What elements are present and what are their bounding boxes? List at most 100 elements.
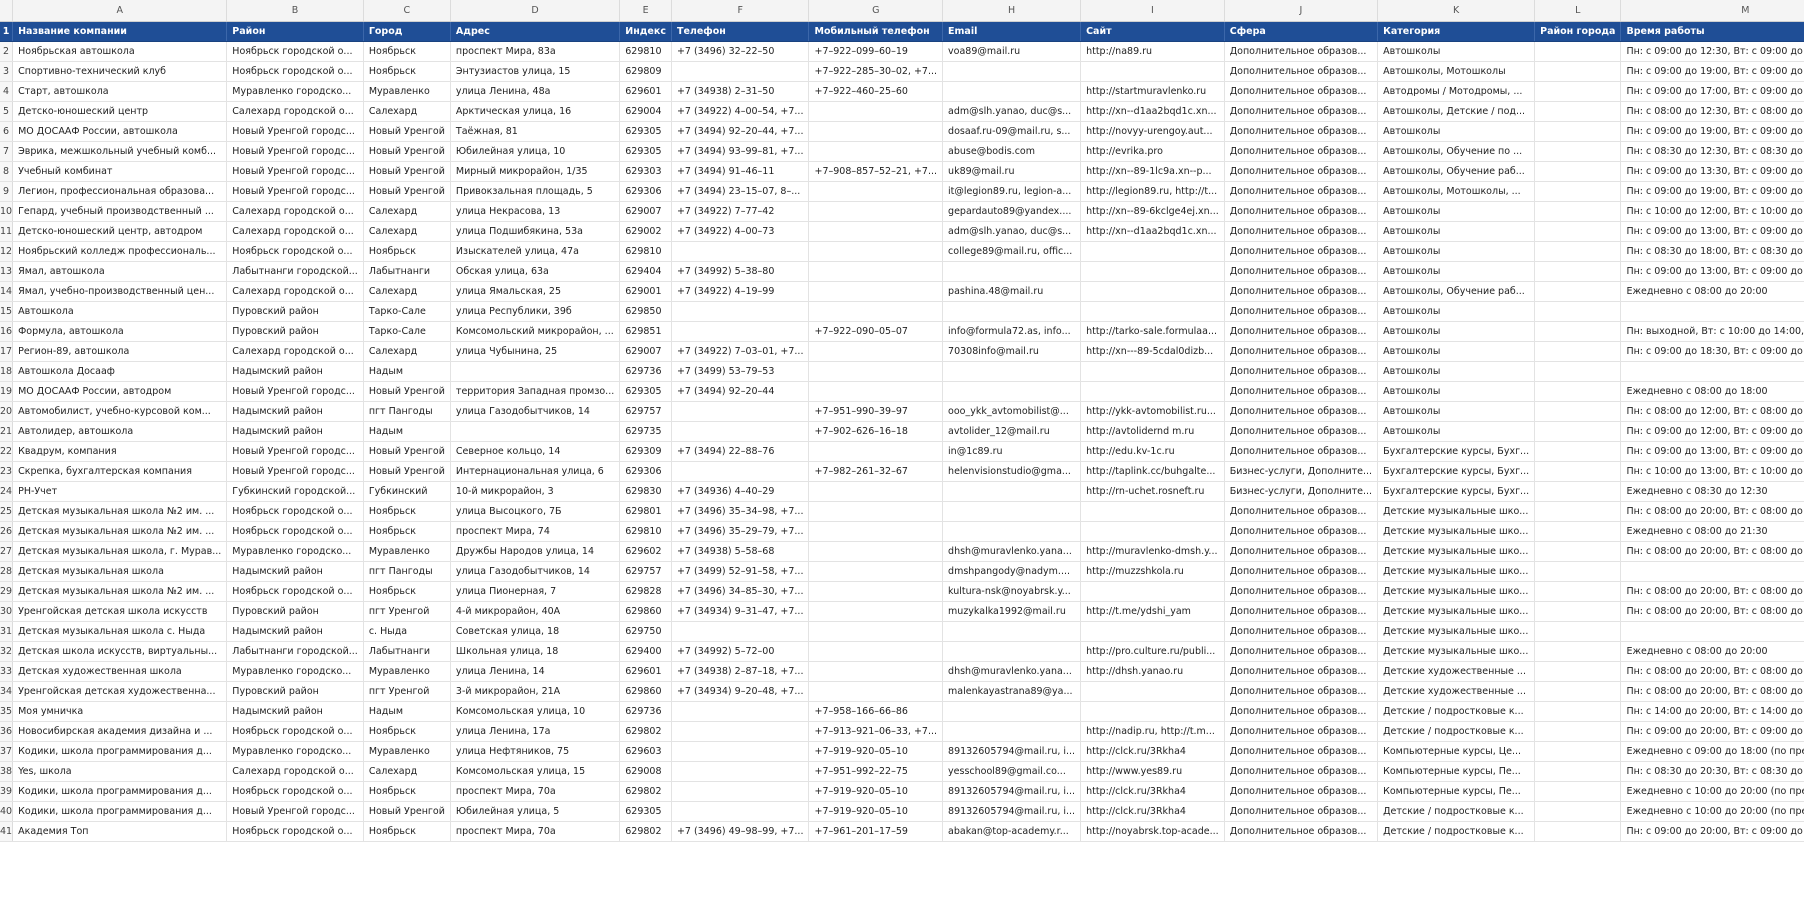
table-cell[interactable]: Ямал, учебно-производственный цен... — [12, 281, 228, 302]
table-cell[interactable]: Дополнительное образов... — [1224, 601, 1379, 622]
table-cell[interactable]: МО ДОСААФ России, автошкола — [12, 121, 228, 142]
table-cell[interactable]: 629810 — [619, 41, 672, 62]
row-number[interactable]: 21 — [0, 421, 14, 442]
table-cell[interactable]: 629305 — [619, 121, 672, 142]
table-cell[interactable]: Квадрум, компания — [12, 441, 228, 462]
table-cell[interactable]: Автошколы — [1377, 421, 1536, 442]
table-cell[interactable]: http://t.me/ydshi_yam — [1080, 601, 1225, 622]
column-header[interactable]: J — [1224, 0, 1379, 22]
header-cell[interactable]: Мобильный телефон — [808, 21, 944, 42]
table-cell[interactable]: Ноябрьск — [363, 821, 451, 842]
header-cell[interactable]: Район — [226, 21, 364, 42]
table-cell[interactable]: 629008 — [619, 761, 672, 782]
table-cell[interactable]: Муравленко городско... — [226, 741, 364, 762]
table-cell[interactable]: http://ykk-avtomobilist.ru... — [1080, 401, 1225, 422]
table-cell[interactable]: +7 (34922) 4–00–73 — [671, 221, 810, 242]
table-cell[interactable]: Автошкола — [12, 301, 228, 322]
table-cell[interactable]: Школьная улица, 18 — [450, 641, 621, 662]
header-cell[interactable]: Email — [942, 21, 1082, 42]
table-cell[interactable]: улица Газодобытчиков, 14 — [450, 401, 621, 422]
table-cell[interactable]: Надымский район — [226, 401, 364, 422]
table-cell[interactable]: +7 (3494) 91–46–11 — [671, 161, 810, 182]
table-cell[interactable]: +7–919–920–05–10 — [808, 781, 944, 802]
table-cell[interactable]: http://muzzshkola.ru — [1080, 561, 1225, 582]
table-cell[interactable] — [1620, 361, 1804, 382]
table-cell[interactable]: Автошколы — [1377, 201, 1536, 222]
table-cell[interactable] — [808, 101, 944, 122]
table-cell[interactable]: 629735 — [619, 421, 672, 442]
table-cell[interactable]: Салехард городской о... — [226, 281, 364, 302]
table-cell[interactable]: 629404 — [619, 261, 672, 282]
table-cell[interactable]: Салехард — [363, 201, 451, 222]
table-cell[interactable]: Пн: с 09:00 до 18:30, Вт: с 09:00 до 18:… — [1620, 341, 1804, 362]
row-number[interactable]: 3 — [0, 61, 14, 82]
table-cell[interactable]: +7 (3496) 35–29–79, +7... — [671, 521, 810, 542]
table-cell[interactable]: Дополнительное образов... — [1224, 281, 1379, 302]
header-cell[interactable]: Время работы — [1620, 21, 1804, 42]
table-cell[interactable]: Ноябрьская автошкола — [12, 41, 228, 62]
row-number[interactable]: 7 — [0, 141, 14, 162]
table-cell[interactable]: ooo_ykk_avtomobilist@... — [942, 401, 1082, 422]
table-cell[interactable]: Ноябрьск городской о... — [226, 61, 364, 82]
table-cell[interactable]: Новый Уренгой городс... — [226, 181, 364, 202]
table-cell[interactable]: Дополнительное образов... — [1224, 81, 1379, 102]
column-header[interactable]: G — [808, 0, 944, 22]
table-cell[interactable]: http://xn--d1aa2bqd1c.xn... — [1080, 101, 1225, 122]
table-cell[interactable] — [1534, 421, 1622, 442]
table-cell[interactable]: Новый Уренгой — [363, 121, 451, 142]
table-cell[interactable]: Детские музыкальные шко... — [1377, 501, 1536, 522]
table-cell[interactable]: Ноябрьск городской о... — [226, 721, 364, 742]
table-cell[interactable]: Дополнительное образов... — [1224, 181, 1379, 202]
table-cell[interactable]: 629603 — [619, 741, 672, 762]
table-cell[interactable]: 629860 — [619, 601, 672, 622]
table-cell[interactable]: проспект Мира, 70а — [450, 781, 621, 802]
table-cell[interactable]: 629801 — [619, 501, 672, 522]
table-cell[interactable]: Салехард городской о... — [226, 341, 364, 362]
table-cell[interactable] — [1534, 301, 1622, 322]
table-cell[interactable]: Детская школа искусств, виртуальны... — [12, 641, 228, 662]
table-cell[interactable]: проспект Мира, 74 — [450, 521, 621, 542]
table-cell[interactable]: проспект Мира, 70а — [450, 821, 621, 842]
table-cell[interactable]: 70308info@mail.ru — [942, 341, 1082, 362]
table-cell[interactable] — [808, 441, 944, 462]
table-cell[interactable]: Новый Уренгой городс... — [226, 161, 364, 182]
table-cell[interactable] — [1620, 561, 1804, 582]
column-header[interactable]: L — [1534, 0, 1622, 22]
table-cell[interactable] — [1534, 461, 1622, 482]
table-cell[interactable] — [1620, 301, 1804, 322]
table-cell[interactable]: 629601 — [619, 81, 672, 102]
table-cell[interactable]: Дополнительное образов... — [1224, 421, 1379, 442]
table-cell[interactable]: Спортивно-технический клуб — [12, 61, 228, 82]
table-cell[interactable]: 629007 — [619, 341, 672, 362]
table-cell[interactable]: http://taplink.cc/buhgalte... — [1080, 461, 1225, 482]
row-number[interactable]: 41 — [0, 821, 14, 842]
table-cell[interactable]: http://xn--d1aa2bqd1c.xn... — [1080, 221, 1225, 242]
table-cell[interactable]: Пн: с 08:30 до 20:30, Вт: с 08:30 до 20:… — [1620, 761, 1804, 782]
table-cell[interactable]: Салехард — [363, 341, 451, 362]
row-number[interactable]: 2 — [0, 41, 14, 62]
row-number[interactable]: 40 — [0, 801, 14, 822]
table-cell[interactable]: +7–913–921–06–33, +7... — [808, 721, 944, 742]
table-cell[interactable]: улица Ямальская, 25 — [450, 281, 621, 302]
row-number[interactable]: 32 — [0, 641, 14, 662]
table-cell[interactable]: dmshpangody@nadym.... — [942, 561, 1082, 582]
table-cell[interactable]: Пн: с 09:00 до 13:00, Вт: с 09:00 до 13:… — [1620, 441, 1804, 462]
table-cell[interactable]: Муравленко — [363, 81, 451, 102]
row-number[interactable]: 17 — [0, 341, 14, 362]
table-cell[interactable]: Пн: с 09:00 до 13:00, Вт: с 09:00 до 13:… — [1620, 261, 1804, 282]
table-cell[interactable]: Ежедневно с 08:00 до 21:30 — [1620, 521, 1804, 542]
table-cell[interactable]: Юбилейная улица, 5 — [450, 801, 621, 822]
table-cell[interactable]: http://xn---89-5cdal0dizb... — [1080, 341, 1225, 362]
table-cell[interactable] — [942, 641, 1082, 662]
table-cell[interactable]: пгт Уренгой — [363, 601, 451, 622]
table-cell[interactable]: Кодики, школа программирования д... — [12, 801, 228, 822]
row-number[interactable]: 8 — [0, 161, 14, 182]
table-cell[interactable]: +7 (34938) 5–58–68 — [671, 541, 810, 562]
table-cell[interactable]: Муравленко городско... — [226, 81, 364, 102]
table-cell[interactable] — [450, 421, 621, 442]
row-number[interactable]: 39 — [0, 781, 14, 802]
column-header[interactable]: B — [226, 0, 364, 22]
table-cell[interactable]: Детская музыкальная школа №2 им. ... — [12, 521, 228, 542]
table-cell[interactable]: +7–982–261–32–67 — [808, 461, 944, 482]
table-cell[interactable] — [1534, 161, 1622, 182]
